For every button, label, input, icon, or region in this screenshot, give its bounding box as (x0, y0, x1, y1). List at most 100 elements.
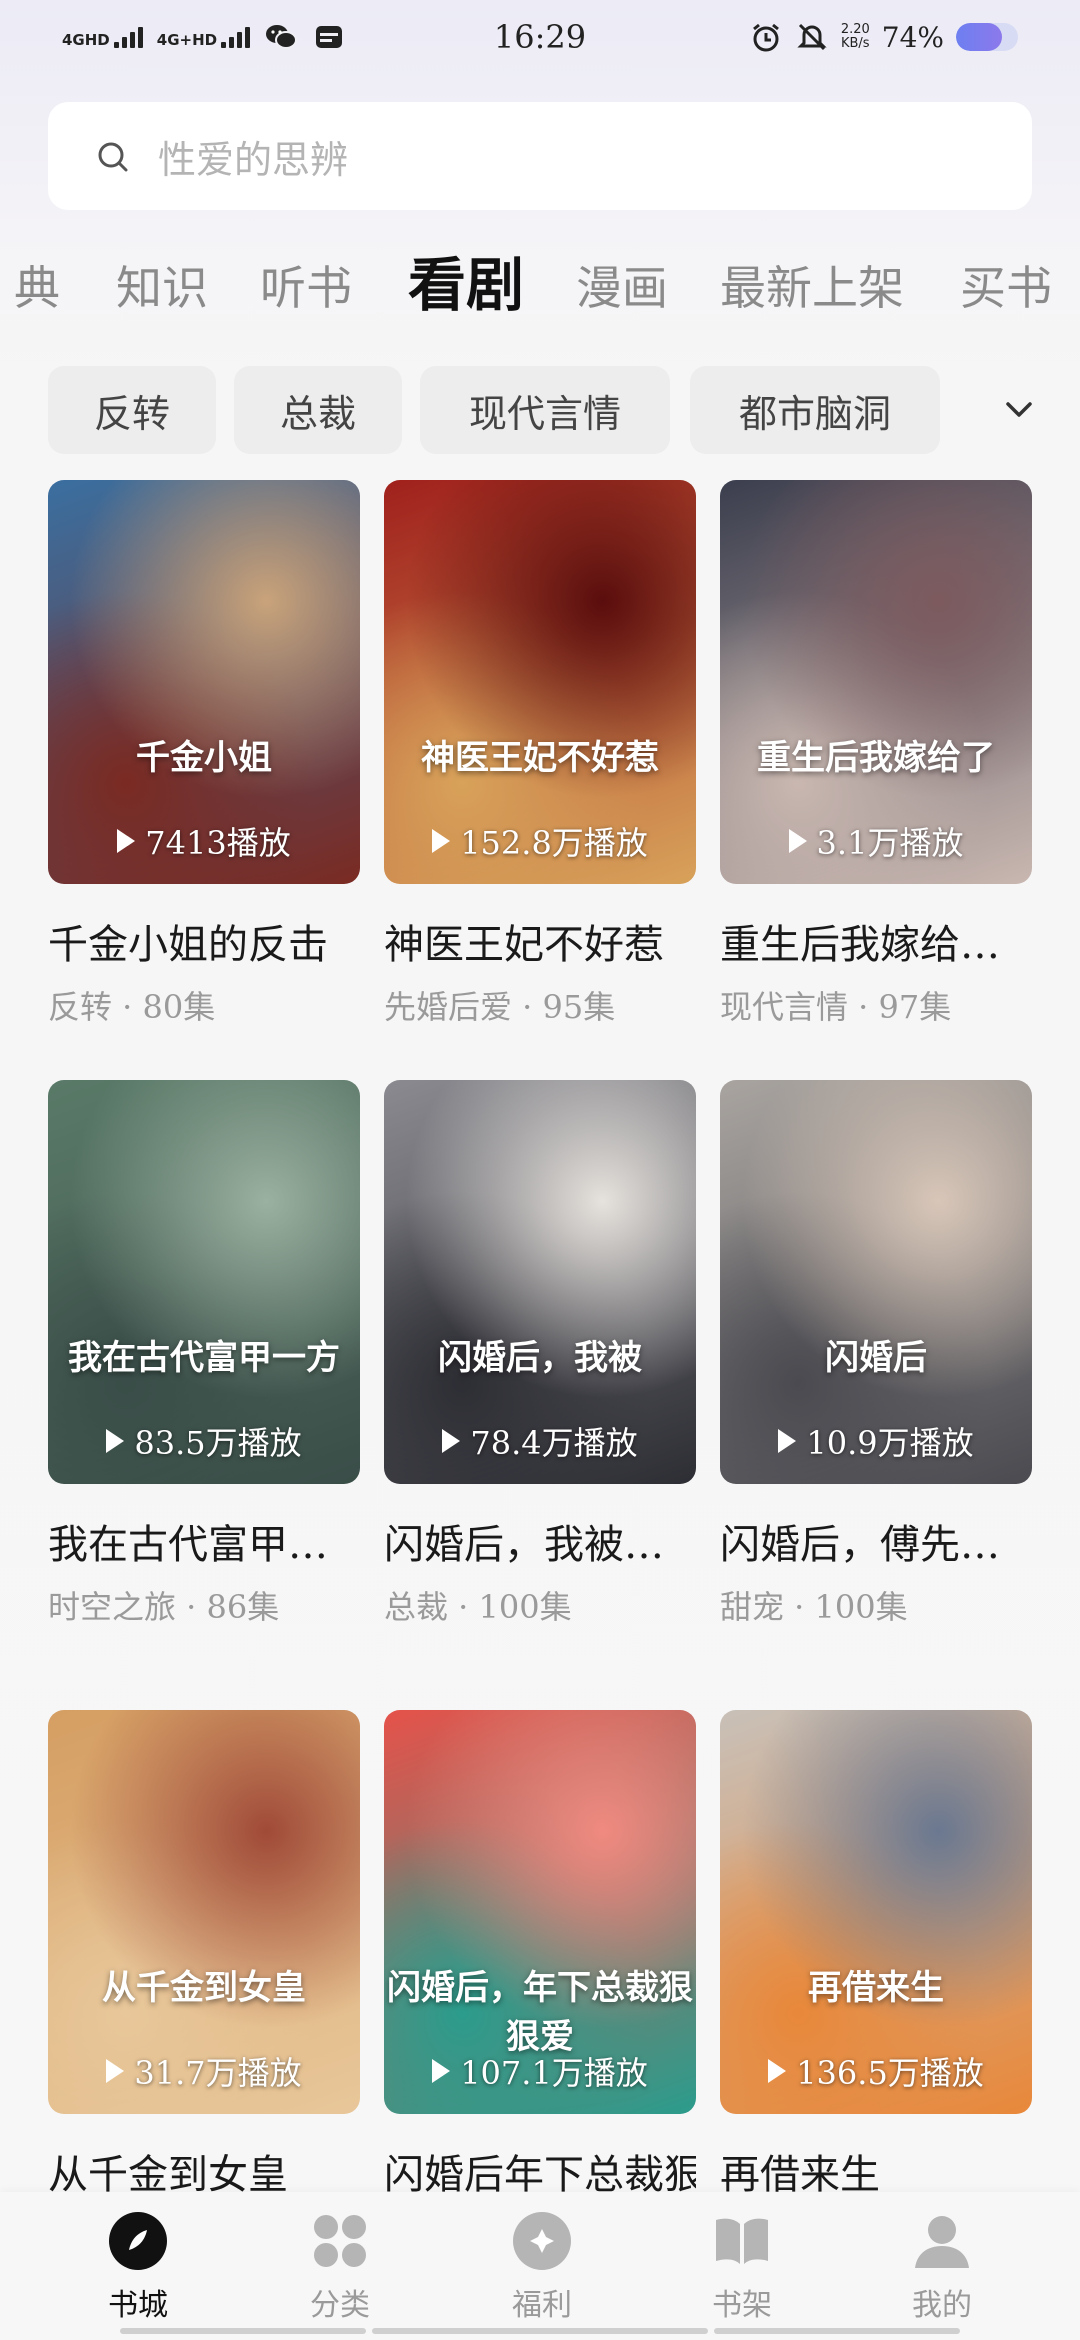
drama-title[interactable]: 闪婚后，傅先… (720, 1512, 1032, 1570)
alarm-icon (749, 20, 783, 54)
drama-card[interactable]: 千金小姐 7413播放 千金小姐的反击 反转 · 80集 (48, 480, 360, 1028)
nav-bookstore[interactable]: 书城 (68, 2210, 208, 2324)
chevron-down-icon[interactable] (994, 390, 1044, 430)
drama-title[interactable]: 我在古代富甲… (48, 1512, 360, 1570)
play-count: 3.1万播放 (720, 818, 1032, 864)
drama-meta: 时空之旅 · 86集 (48, 1588, 280, 1626)
tab-new-releases[interactable]: 最新上架 (720, 252, 904, 318)
bookstore-icon (107, 2210, 169, 2272)
battery-percent: 74% (881, 20, 944, 54)
drama-poster[interactable]: 闪婚后，我被 78.4万播放 (384, 1080, 696, 1484)
drama-card[interactable]: 再借来生 136.5万播放 再借来生 (720, 1710, 1032, 2200)
gesture-bar (120, 2328, 366, 2334)
nav-bookshelf[interactable]: 书架 (672, 2210, 812, 2324)
status-bar: 4GHD 4G+HD 16:29 2.20 KB/s 74% (0, 0, 1080, 80)
drama-poster[interactable]: 重生后我嫁给了 3.1万播放 (720, 480, 1032, 884)
bookshelf-icon (711, 2210, 773, 2272)
battery-icon (956, 23, 1018, 51)
gesture-bar (372, 2328, 708, 2334)
drama-card[interactable]: 从千金到女皇 31.7万播放 从千金到女皇 (48, 1710, 360, 2200)
play-count: 107.1万播放 (384, 2048, 696, 2094)
category-tabs: 典 知识 听书 看剧 漫画 最新上架 买书 (0, 238, 1080, 338)
play-count-text: 136.5万播放 (796, 2054, 984, 2092)
drama-card[interactable]: 重生后我嫁给了 3.1万播放重生后我嫁给… 现代言情 · 97集 (720, 480, 1032, 1028)
drama-meta: 甜宠 · 100集 (720, 1588, 908, 1626)
tab-classics[interactable]: 典 (14, 252, 60, 318)
play-count-text: 10.9万播放 (806, 1424, 974, 1462)
play-count-text: 7413播放 (145, 824, 291, 862)
poster-title-art: 再借来生 (808, 1968, 944, 2008)
play-count: 7413播放 (48, 818, 360, 864)
filter-chip[interactable]: 总裁 (234, 366, 402, 454)
play-count-text: 107.1万播放 (460, 2054, 648, 2092)
drama-card[interactable]: 神医王妃不好惹 152.8万播放 神医王妃不好惹 先婚后爱 · 95集 (384, 480, 696, 1028)
drama-card[interactable]: 闪婚后，年下总裁狠狠爱107.1万播放闪婚后年下总裁狠狠爱 (384, 1710, 696, 2200)
profile-icon (911, 2210, 973, 2272)
drama-card[interactable]: 闪婚后 10.9万播放闪婚后，傅先… 甜宠 · 100集 (720, 1080, 1032, 1628)
play-icon (778, 1429, 797, 1453)
tab-dramas[interactable]: 看剧 (408, 238, 524, 322)
poster-title-art: 神医王妃不好惹 (421, 738, 659, 778)
drama-poster[interactable]: 神医王妃不好惹 152.8万播放 (384, 480, 696, 884)
nav-profile[interactable]: 我的 (872, 2210, 1012, 2324)
nav-label: 书架 (712, 2288, 772, 2323)
search-bar[interactable]: 性爱的思辨 (48, 102, 1032, 210)
play-icon (442, 1429, 461, 1453)
play-count: 136.5万播放 (720, 2048, 1032, 2094)
poster-title-art: 从千金到女皇 (102, 1968, 306, 2008)
drama-poster[interactable]: 闪婚后，年下总裁狠狠爱 107.1万播放 (384, 1710, 696, 2114)
search-placeholder: 性爱的思辨 (158, 137, 349, 182)
drama-poster[interactable]: 千金小姐 7413播放 (48, 480, 360, 884)
drama-poster[interactable]: 再借来生 136.5万播放 (720, 1710, 1032, 2114)
play-icon (788, 829, 807, 853)
drama-poster[interactable]: 我在古代富甲一方 83.5万播放 (48, 1080, 360, 1484)
play-count-text: 83.5万播放 (134, 1424, 302, 1462)
nav-category[interactable]: 分类 (270, 2210, 410, 2324)
play-count: 10.9万播放 (720, 1418, 1032, 1464)
drama-title[interactable]: 神医王妃不好惹 (384, 912, 696, 970)
filter-chips: 反转 总裁 现代言情 都市脑洞 (48, 366, 1048, 454)
filter-chip[interactable]: 都市脑洞 (690, 366, 940, 454)
play-icon (432, 2059, 451, 2083)
poster-title-art: 闪婚后 (825, 1338, 927, 1378)
network-speed: 2.20 KB/s (841, 23, 870, 51)
drama-meta: 现代言情 · 97集 (720, 988, 952, 1026)
drama-title[interactable]: 闪婚后，我被… (384, 1512, 696, 1570)
play-count: 83.5万播放 (48, 1418, 360, 1464)
drama-title[interactable]: 千金小姐的反击 (48, 912, 360, 970)
poster-title-art: 闪婚后，年下总裁狠狠爱 (387, 1968, 693, 2057)
bottom-nav: 书城 分类 福利 书架 我的 (0, 2192, 1080, 2340)
play-icon (106, 1429, 125, 1453)
drama-poster[interactable]: 从千金到女皇 31.7万播放 (48, 1710, 360, 2114)
tab-buy-books[interactable]: 买书 (960, 252, 1052, 318)
nav-label: 书城 (108, 2288, 168, 2323)
play-icon (106, 2059, 125, 2083)
drama-card[interactable]: 闪婚后，我被 78.4万播放 闪婚后，我被… 总裁 · 100集 (384, 1080, 696, 1628)
search-icon (94, 136, 134, 176)
drama-meta: 先婚后爱 · 95集 (384, 988, 616, 1026)
drama-grid: 千金小姐 7413播放 千金小姐的反击 反转 · 80集 神医王妃不好惹 152.8万播放… (0, 480, 1080, 2200)
tab-audiobooks[interactable]: 听书 (260, 252, 352, 318)
play-count: 78.4万播放 (384, 1418, 696, 1464)
nav-welfare[interactable]: 福利 (472, 2210, 612, 2324)
tab-comics[interactable]: 漫画 (576, 252, 668, 318)
play-icon (117, 829, 136, 853)
poster-title-art: 重生后我嫁给了 (757, 738, 995, 778)
poster-title-art: 闪婚后，我被 (438, 1338, 642, 1378)
filter-chip[interactable]: 现代言情 (420, 366, 670, 454)
drama-card[interactable]: 我在古代富甲一方 83.5万播放我在古代富甲… 时空之旅 · 86集 (48, 1080, 360, 1628)
welfare-icon (511, 2210, 573, 2272)
filter-chip[interactable]: 反转 (48, 366, 216, 454)
poster-title-art: 千金小姐 (136, 738, 272, 778)
play-count-text: 152.8万播放 (460, 824, 648, 862)
speed-unit: KB/s (840, 36, 870, 51)
status-right: 2.20 KB/s 74% (749, 20, 1018, 54)
category-icon (309, 2210, 371, 2272)
drama-title[interactable]: 重生后我嫁给… (720, 912, 1032, 970)
mute-icon (795, 20, 829, 54)
tab-knowledge[interactable]: 知识 (116, 252, 208, 318)
speed-value: 2.20 (840, 22, 870, 37)
play-count-text: 3.1万播放 (816, 824, 964, 862)
drama-poster[interactable]: 闪婚后 10.9万播放 (720, 1080, 1032, 1484)
play-count: 31.7万播放 (48, 2048, 360, 2094)
